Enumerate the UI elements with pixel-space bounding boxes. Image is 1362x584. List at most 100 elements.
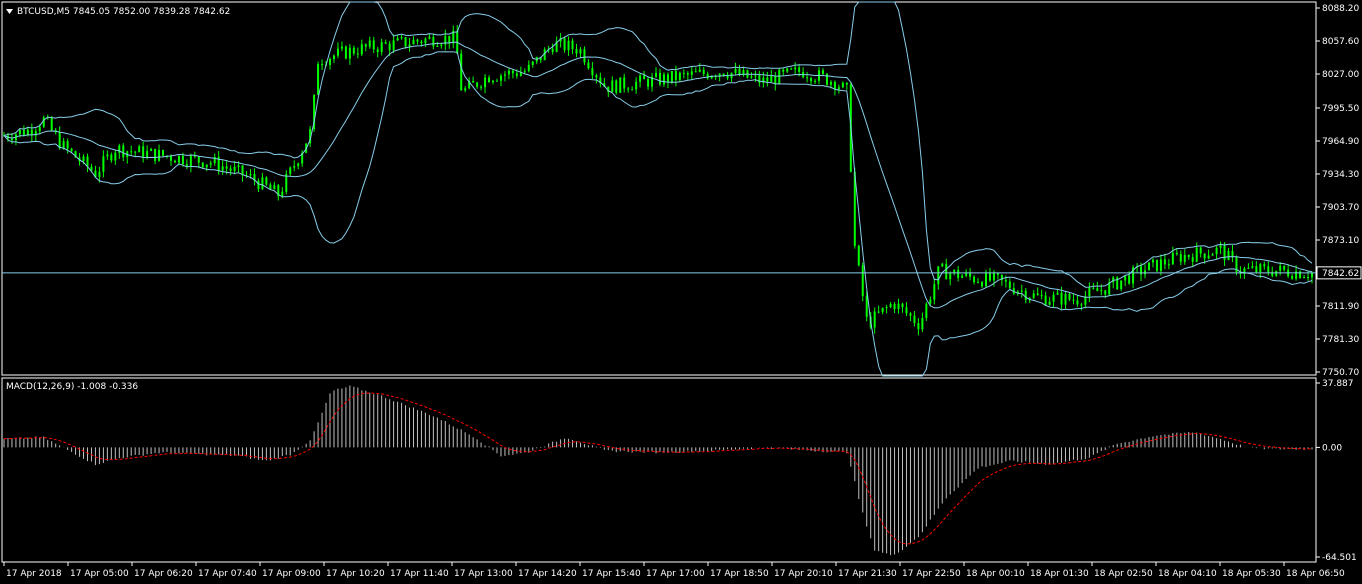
candle-body xyxy=(726,75,729,79)
candle xyxy=(265,176,268,186)
candle-body xyxy=(269,184,272,190)
candle-body xyxy=(635,81,638,90)
candle xyxy=(825,72,828,86)
candle-body xyxy=(336,48,339,56)
candle-body xyxy=(929,299,932,304)
candle-body xyxy=(177,155,180,163)
time-tick-label: 18 Apr 02:50 xyxy=(1094,569,1153,579)
candle xyxy=(317,61,320,96)
candle-body xyxy=(1207,255,1210,259)
trading-chart[interactable]: BTCUSD,M5 7845.05 7852.00 7839.28 7842.6… xyxy=(0,0,1362,584)
candle-body xyxy=(643,75,646,80)
candle-body xyxy=(770,76,773,82)
candle-body xyxy=(1044,295,1047,305)
price-tick-label: 7873.10 xyxy=(1322,236,1359,246)
candle-body xyxy=(436,45,439,47)
candle-body xyxy=(845,82,848,85)
candle-body xyxy=(273,185,276,190)
candle-body xyxy=(615,80,618,93)
candle-body xyxy=(655,72,658,77)
candle-body xyxy=(1203,253,1206,259)
candle-body xyxy=(905,307,908,314)
candle-body xyxy=(400,37,403,39)
candle-body xyxy=(690,71,693,75)
candle-body xyxy=(611,80,614,93)
time-tick-label: 18 Apr 04:10 xyxy=(1158,569,1217,579)
candle-body xyxy=(1048,301,1051,305)
candle-body xyxy=(1303,277,1306,279)
candle-body xyxy=(329,59,332,65)
candle-body xyxy=(873,311,876,328)
candle-body xyxy=(66,141,69,149)
candle-body xyxy=(249,174,252,176)
candle-body xyxy=(1219,245,1222,248)
candle-body xyxy=(682,72,685,74)
time-tick-label: 17 Apr 05:00 xyxy=(70,569,129,579)
candle-body xyxy=(408,44,411,47)
candle-body xyxy=(162,149,165,156)
candle-body xyxy=(476,82,479,87)
candle-body xyxy=(865,296,868,317)
candle-body xyxy=(631,89,634,91)
candle-body xyxy=(396,38,399,41)
time-tick-label: 18 Apr 01:30 xyxy=(1030,569,1089,579)
candle-body xyxy=(527,64,530,72)
time-tick-label: 17 Apr 17:00 xyxy=(646,569,705,579)
candle-body xyxy=(1263,264,1266,267)
candle-body xyxy=(917,323,920,330)
candle-body xyxy=(102,156,105,172)
candle-body xyxy=(221,166,224,171)
candle-body xyxy=(909,313,912,316)
candle-body xyxy=(627,88,630,90)
candle-body xyxy=(1100,290,1103,292)
candle-body xyxy=(428,36,431,39)
candle-body xyxy=(1032,293,1035,298)
candle-body xyxy=(857,245,860,266)
price-tick-label: 8057.60 xyxy=(1322,37,1359,47)
candle-body xyxy=(1227,250,1230,261)
candle xyxy=(50,116,53,132)
candle-body xyxy=(1096,288,1099,292)
price-tick-label: 7811.90 xyxy=(1322,302,1359,312)
candle-body xyxy=(750,76,753,78)
candle-body xyxy=(1183,254,1186,262)
candle-body xyxy=(881,307,884,313)
candle-body xyxy=(658,72,661,85)
candle-body xyxy=(790,68,793,70)
time-tick-label: 17 Apr 22:50 xyxy=(902,569,961,579)
candle-body xyxy=(941,263,944,267)
candle-body xyxy=(22,129,25,136)
candle-body xyxy=(62,141,65,149)
candle-body xyxy=(786,68,789,72)
candle-body xyxy=(18,129,21,135)
candle-body xyxy=(1279,265,1282,271)
candle-body xyxy=(996,273,999,275)
candle-body xyxy=(1052,294,1055,302)
candle-body xyxy=(106,154,109,157)
time-tick-label: 18 Apr 06:50 xyxy=(1286,569,1345,579)
candle-body xyxy=(142,146,145,159)
candle-body xyxy=(921,318,924,330)
candle-body xyxy=(1004,280,1007,282)
candle-body xyxy=(1104,290,1107,295)
candle-body xyxy=(1128,275,1131,284)
candle-body xyxy=(754,75,757,77)
candle xyxy=(857,244,860,267)
time-tick-label: 17 Apr 21:30 xyxy=(838,569,897,579)
candle-body xyxy=(591,68,594,76)
candle xyxy=(619,77,622,93)
candle-body xyxy=(146,150,149,159)
candle-body xyxy=(229,168,232,171)
price-tick-label: 7781.30 xyxy=(1322,335,1359,345)
candle-body xyxy=(1076,300,1079,305)
candle-body xyxy=(1195,247,1198,262)
candle-body xyxy=(1187,254,1190,258)
candle-body xyxy=(1175,252,1178,255)
candle-body xyxy=(1024,290,1027,300)
candle-body xyxy=(833,81,836,90)
candle-body xyxy=(702,69,705,74)
candle-body xyxy=(694,71,697,73)
candle-body xyxy=(698,69,701,72)
candle-body xyxy=(356,53,359,55)
candle-body xyxy=(1291,276,1294,279)
